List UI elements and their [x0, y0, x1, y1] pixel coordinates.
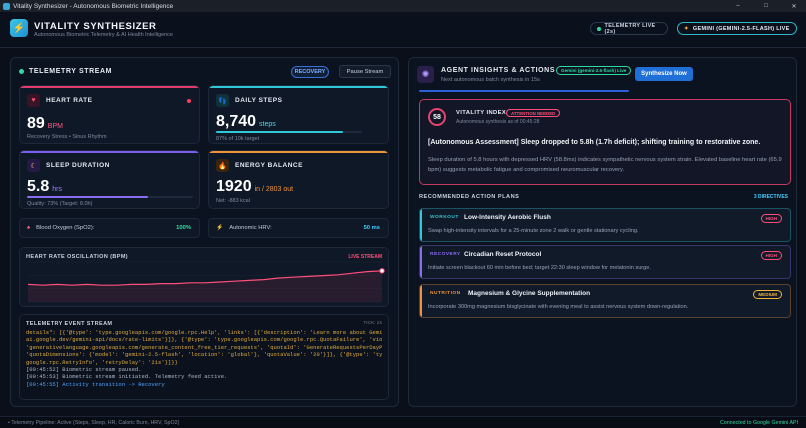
priority-badge: HIGH [760, 251, 782, 260]
assessment-body: Sleep duration of 5.8 hours with depress… [428, 157, 782, 173]
steps-progress-bar [216, 131, 362, 133]
hrv-value: 50 ms [363, 225, 380, 231]
action-plan-item[interactable]: WORKOUT Low-Intensity Aerobic Flush Swap h… [419, 208, 791, 242]
app-title: VITALITY SYNTHESIZER [34, 21, 157, 32]
spo2-stat: ♠ Blood Oxygen (SpO2): 100% [19, 218, 200, 238]
event-stream-title: TELEMETRY EVENT STREAM [26, 321, 113, 327]
energy-title: ENERGY BALANCE [235, 162, 303, 169]
heart-rate-title: HEART RATE [46, 97, 93, 104]
sparkle-icon: ✦ [684, 25, 689, 32]
log-line: 'generativelanguage.googleapis.com/gener… [26, 343, 382, 351]
agent-title: AGENT INSIGHTS & ACTIONS [441, 67, 556, 74]
lungs-icon: ♠ [27, 225, 31, 231]
assessment-headline: [Autonomous Assessment] Sleep dropped to… [428, 139, 761, 146]
heart-rate-sub: Recovery Stress • Sinus Rhythm [27, 134, 107, 140]
alert-dot-icon [187, 99, 191, 103]
vitality-timestamp: Autonomous synthesis as of 00:45:28 [456, 119, 540, 125]
heart-rate-card: ♥ HEART RATE 89 BPM Recovery Stress • Sin… [19, 85, 200, 144]
window-titlebar: Vitality Synthesizer - Autonomous Biomet… [0, 0, 806, 12]
plan-title: Low-Intensity Aerobic Flush [464, 214, 551, 221]
live-dot-icon [597, 26, 601, 31]
plan-tag: NUTRITION [430, 291, 461, 296]
daily-steps-value: 8,740 steps [216, 113, 276, 130]
vitality-score-ring: 58 [428, 108, 446, 126]
maximize-button[interactable]: □ [754, 0, 778, 12]
moon-icon: ☾ [27, 159, 40, 172]
pause-stream-button[interactable]: Pause Stream [339, 65, 391, 78]
plan-title: Magnesium & Glycine Supplementation [468, 290, 591, 297]
model-live-badge: Gemini (gemini-2.5-flash) Live [556, 66, 632, 75]
event-stream-panel: TELEMETRY EVENT STREAM TICK: 2s details"… [19, 314, 389, 400]
log-line: [00:45:55] Activity transition -> Recove… [26, 380, 165, 388]
brain-icon: ✺ [417, 66, 434, 83]
heart-rate-value: 89 BPM [27, 115, 63, 132]
stream-status-dot-icon [19, 69, 24, 74]
sleep-duration-card: ☾ SLEEP DURATION 5.8 hrs Quality: 73% (Ta… [19, 150, 200, 209]
log-line: details": [{'@type': 'type.googleapis.co… [26, 329, 382, 336]
next-synthesis-text: Next autonomous batch synthesis in 15s [441, 77, 540, 83]
connection-status: Connected to Google Gemini API [719, 419, 798, 426]
event-log[interactable]: details": [{'@type': 'type.googleapis.co… [26, 329, 382, 399]
hrv-stat: ⚡ Autonomic HRV: 50 ms [208, 218, 389, 238]
status-footer: • Telemetry Pipeline: Active (Steps, Sle… [0, 416, 806, 428]
sleep-value: 5.8 hrs [27, 178, 62, 195]
sleep-title: SLEEP DURATION [46, 162, 110, 169]
close-button[interactable]: ✕ [782, 0, 806, 12]
plan-description: Incorporate 300mg magnesium bisglycinate… [428, 304, 689, 310]
synthesize-now-button[interactable]: Synthesize Now [635, 67, 693, 81]
hr-oscillation-chart: HEART RATE OSCILLATION (BPM) LIVE STREAM [19, 247, 389, 307]
flame-icon: 🔥 [216, 159, 229, 172]
minimize-button[interactable]: – [726, 0, 750, 12]
hr-latest-point [379, 268, 385, 274]
window-title: Vitality Synthesizer - Autonomous Biomet… [13, 2, 174, 10]
agent-panel: ✺ AGENT INSIGHTS & ACTIONS Gemini (gemin… [408, 57, 797, 407]
log-line: google.rpc.RetryInfo', 'retryDelay': '21… [26, 358, 178, 366]
energy-balance-card: 🔥 ENERGY BALANCE 1920 in / 2803 out Net: … [208, 150, 389, 209]
sleep-sub: Quality: 73% (Target: 8.0h) [27, 201, 93, 207]
bolt-logo-icon: ⚡ [10, 19, 28, 37]
plan-description: Initiate screen blackout 60 min before b… [428, 265, 651, 271]
daily-steps-sub: 87% of 10k target [216, 136, 260, 142]
recovery-mode-button[interactable]: RECOVERY [291, 66, 329, 78]
telemetry-title: TELEMETRY STREAM [29, 68, 113, 75]
plan-description: Swap high-intensity intervals for a 25-m… [428, 228, 639, 234]
vitality-index-card: 58 VITALITY INDEX ATTENTION NEEDED Auton… [419, 99, 791, 185]
plan-title: Circadian Reset Protocol [464, 251, 542, 258]
action-plan-item[interactable]: NUTRITION Magnesium & Glycine Supplementa… [419, 284, 791, 318]
priority-badge: MEDIUM [753, 290, 782, 299]
heart-icon: ♥ [27, 94, 40, 107]
app-icon [3, 2, 10, 10]
app-header: ⚡ VITALITY SYNTHESIZER Autonomous Biomet… [0, 12, 806, 48]
attention-badge: ATTENTION NEEDED [506, 109, 561, 117]
log-line: 'quotaDimensions': {'model': 'gemini-2.5… [26, 351, 382, 359]
log-line: [00:45:53] Biometric stream initiated. T… [26, 373, 228, 381]
hr-chart-svg [27, 261, 385, 303]
pulse-icon: ⚡ [216, 225, 224, 231]
telemetry-panel: TELEMETRY STREAM RECOVERY Pause Stream ♥… [10, 57, 399, 407]
footsteps-icon: 👣 [216, 94, 229, 107]
plans-title: RECOMMENDED ACTION PLANS [419, 194, 520, 200]
daily-steps-card: 👣 DAILY STEPS 8,740 steps 87% of 10k targ… [208, 85, 389, 144]
app-subtitle: Autonomous Biometric Telemetry & AI Heal… [34, 32, 173, 38]
daily-steps-title: DAILY STEPS [235, 97, 283, 104]
energy-value: 1920 in / 2803 out [216, 178, 294, 195]
priority-badge: HIGH [760, 214, 782, 223]
vitality-label: VITALITY INDEX [456, 110, 507, 116]
pipeline-status: • Telemetry Pipeline: Active (Steps, Sle… [8, 419, 180, 426]
directives-count: 3 DIRECTIVES [753, 194, 788, 200]
telemetry-live-pill: TELEMETRY LIVE (2s) [590, 22, 668, 35]
spo2-value: 100% [176, 225, 191, 231]
log-line: [00:45:52] Biometric stream paused. [26, 366, 142, 374]
plan-tag: WORKOUT [430, 215, 459, 220]
log-line: ai.google.dev/gemini-api/docs/rate-limit… [26, 336, 382, 344]
synthesis-progress-bar [419, 90, 629, 92]
tick-label: TICK: 2s [363, 321, 382, 326]
action-plan-item[interactable]: RECOVERY Circadian Reset Protocol Initiate… [419, 245, 791, 279]
sleep-quality-bar [27, 196, 193, 198]
plan-tag: RECOVERY [430, 252, 461, 257]
gemini-model-pill[interactable]: ✦ GEMINI (GEMINI-2.5-FLASH) LIVE [677, 22, 797, 35]
energy-sub: Net: -883 kcal [216, 198, 250, 204]
